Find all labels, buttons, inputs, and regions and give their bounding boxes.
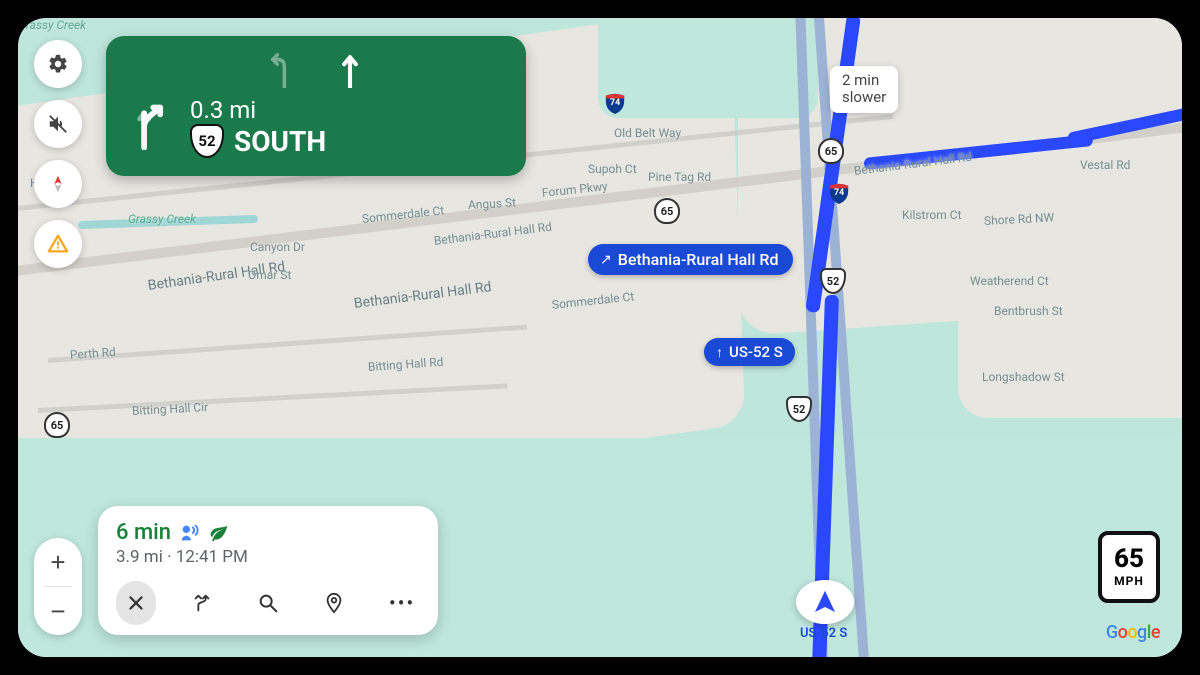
direction-road-name: SOUTH [234, 125, 326, 158]
more-horizontal-icon: ••• [389, 592, 411, 614]
report-hazard-button[interactable] [34, 220, 82, 268]
vehicle-position-marker [796, 580, 854, 624]
route-shield-i74: 74 [604, 92, 626, 114]
compass-button[interactable] [34, 160, 82, 208]
gear-icon [47, 53, 69, 75]
route-pill-us52s[interactable]: ↑ US-52 S [704, 338, 795, 366]
map-canvas[interactable]: Bethania-Rural Hall Rd Bethania-Rural Ha… [18, 18, 1182, 657]
ramp-arrow-icon: ↑ [716, 344, 723, 361]
compass-needle-icon [47, 173, 69, 195]
direction-distance: 0.3 mi [190, 96, 326, 124]
speaker-muted-icon [47, 113, 69, 135]
mute-button[interactable] [34, 100, 82, 148]
route-shield-sr65: 65 [818, 138, 844, 164]
eta-time: 6 min [116, 520, 171, 545]
street-label: Omar St [248, 268, 291, 282]
street-label: Old Belt Way [614, 126, 681, 140]
route-shield-us52: 52 [786, 396, 812, 422]
lane-straight-icon [336, 52, 364, 88]
eco-leaf-icon [209, 523, 229, 543]
street-label: Supoh Ct [588, 162, 637, 176]
eta-card[interactable]: 6 min 3.9 mi · 12:41 PM [98, 506, 438, 635]
street-label: Bentbrush St [994, 304, 1063, 318]
zoom-control: + − [34, 538, 82, 635]
pin-icon [323, 592, 345, 614]
zoom-out-button[interactable]: − [34, 587, 82, 635]
street-label: Kilstrom Ct [902, 208, 962, 222]
google-attribution: Google [1106, 622, 1160, 643]
street-label: Longshadow St [982, 370, 1065, 384]
zoom-in-button[interactable]: + [34, 538, 82, 586]
route-shield-sr65: 65 [44, 412, 70, 438]
street-label: Angus St [468, 195, 517, 211]
lane-left-icon [268, 52, 296, 88]
close-navigation-button[interactable] [116, 581, 156, 625]
settings-button[interactable] [34, 40, 82, 88]
warning-triangle-icon [47, 233, 69, 255]
street-label: Weatherend Ct [970, 274, 1049, 288]
speed-limit-sign: 65 MPH [1098, 531, 1160, 603]
us-route-shield-icon: 52 [190, 124, 224, 158]
eta-distance: 3.9 mi [116, 547, 163, 567]
route-shield-sr65: 65 [654, 198, 680, 224]
search-icon [257, 592, 279, 614]
route-shield-i74: 74 [828, 182, 850, 204]
share-location-button[interactable] [314, 581, 354, 625]
more-options-button[interactable]: ••• [380, 581, 420, 625]
creek-label: Grassy Creek [18, 18, 86, 32]
street-label: Canyon Dr [250, 240, 305, 254]
route-alternatives-icon [191, 592, 213, 614]
street-label: Pine Tag Rd [648, 170, 711, 184]
creek-label: Grassy Creek [128, 212, 196, 226]
alt-route-slower-pill[interactable]: 2 min slower [830, 66, 898, 113]
route-pill-bethania[interactable]: ↗ Bethania-Rural Hall Rd [588, 244, 793, 275]
street-label: Vestal Rd [1080, 158, 1130, 172]
eta-arrival: 12:41 PM [176, 547, 248, 567]
ramp-arrow-icon: ↗ [600, 252, 612, 268]
search-along-route-button[interactable] [248, 581, 288, 625]
lane-guidance [126, 52, 506, 88]
close-icon [125, 592, 147, 614]
assistant-voice-icon [179, 522, 201, 544]
direction-card[interactable]: 0.3 mi 52 SOUTH [106, 36, 526, 176]
maneuver-fork-right-icon [126, 102, 176, 152]
vehicle-road-label: US-52 S [800, 626, 847, 641]
alternate-routes-button[interactable] [182, 581, 222, 625]
